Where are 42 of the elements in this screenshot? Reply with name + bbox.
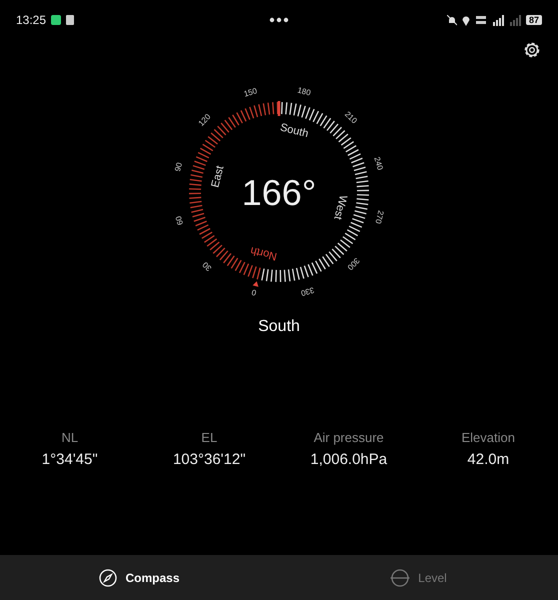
app-notification-icon	[51, 15, 62, 25]
degree-label: 120	[196, 112, 212, 128]
degree-label: 90	[173, 162, 184, 172]
level-icon	[390, 568, 410, 586]
cardinal-label: North	[249, 244, 278, 262]
stat-label: EL	[201, 430, 218, 445]
stat-value: 1°34'45"	[42, 451, 98, 468]
cardinal-label: South	[278, 122, 310, 140]
nav-tab[interactable]: Level	[279, 555, 558, 600]
stat-label: Elevation	[462, 430, 515, 445]
degree-label: 210	[342, 110, 359, 126]
degree-label: 300	[346, 256, 362, 272]
signal-icon	[508, 14, 521, 26]
north-marker-icon	[252, 281, 258, 287]
heading-reading: 166°	[242, 172, 316, 213]
battery-level: 87	[526, 15, 542, 25]
settings-icon[interactable]	[522, 40, 542, 60]
compass-icon	[99, 568, 118, 586]
cardinal-label: West	[331, 194, 349, 221]
location-icon	[462, 14, 470, 26]
stat-value: 103°36'12"	[172, 451, 246, 468]
stat-value: 42.0m	[467, 451, 510, 468]
degree-label: 240	[372, 156, 385, 172]
degree-label: 0	[250, 288, 258, 298]
stat-label: Air pressure	[314, 430, 384, 445]
document-notification-icon	[66, 15, 74, 25]
cardinal-label: East	[209, 164, 226, 189]
degree-label: 30	[200, 260, 214, 273]
more-icon[interactable]	[269, 17, 289, 23]
nav-tab[interactable]: Compass	[0, 555, 279, 600]
degree-label: 150	[242, 86, 258, 99]
degree-label: 60	[174, 215, 186, 226]
degree-label: 330	[300, 285, 316, 298]
stat-value: 1,006.0hPa	[310, 451, 388, 468]
degree-label: 180	[296, 86, 312, 98]
status-time: 13:25	[16, 13, 46, 27]
stat-label: NL	[61, 430, 78, 445]
volte-icon	[474, 15, 487, 25]
signal-icon	[492, 14, 504, 26]
direction-label: South	[257, 318, 301, 336]
degree-label: 270	[373, 209, 386, 225]
bell-off-icon	[446, 14, 457, 26]
